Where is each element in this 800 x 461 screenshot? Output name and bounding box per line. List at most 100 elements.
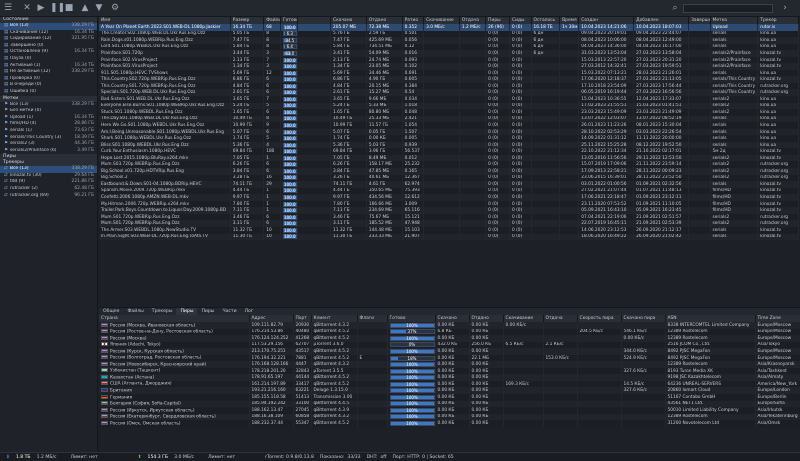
column-header[interactable]: Файлы — [263, 17, 281, 24]
peer-column-header[interactable]: Порт — [293, 315, 312, 322]
peer-column-header[interactable]: Скорость пира — [577, 315, 622, 322]
sidebar-item[interactable]: ⚑ films/HD (4) 28.86 ГБ — [0, 121, 97, 128]
tab-1[interactable]: Файлы — [123, 308, 147, 315]
peer-column-header[interactable]: Отдача — [543, 315, 578, 322]
play-icon[interactable]: ▶ — [36, 3, 46, 13]
sidebar-item[interactable]: ▤ Ошибка (0) — [0, 89, 97, 96]
tab-2[interactable]: Трекеры — [148, 308, 177, 315]
column-header[interactable]: Скачано — [330, 17, 367, 24]
sidebar-item[interactable]: ▤ В очереди (0) — [0, 82, 97, 89]
column-header[interactable]: Отдано — [366, 17, 403, 24]
sidebar-item[interactable]: ▤ Остановлено (9) 16.34 ТБ — [0, 49, 97, 56]
column-header[interactable]: Размер — [230, 17, 265, 24]
peer-column-header[interactable]: Страна — [99, 315, 250, 322]
tab-3[interactable]: Пиры — [176, 308, 198, 315]
sidebar-item-label: Ошибка (0) — [10, 88, 36, 94]
sidebar-item[interactable]: ⚑ Без метки (0) — [0, 108, 97, 115]
column-header[interactable]: Имя — [99, 17, 231, 24]
sidebar-item[interactable]: ▤ Сидирование (12) 321.95 ГБ — [0, 36, 97, 43]
chevron-right-icon[interactable]: › — [780, 3, 790, 13]
tab-0[interactable]: Общее — [99, 308, 123, 315]
torrent-cell: 26.01.2023 11:23:26 — [578, 122, 635, 129]
torrent-cell: Am.I.Being.Unreasonable.S01.1080p.WEBDL.… — [99, 128, 231, 136]
up-icon[interactable]: ▲ — [80, 3, 90, 13]
peer-column-header[interactable]: ASN — [665, 315, 756, 322]
peer-column-header[interactable]: Скачано пира — [621, 315, 666, 322]
peer-port: 43517 — [295, 348, 310, 354]
progress-text: 100.0 — [284, 83, 296, 89]
progress-bar: 100.0 — [282, 24, 297, 30]
peer-column-header[interactable]: Time Zone — [755, 315, 800, 322]
progress-text: 100.0 — [284, 221, 296, 227]
remove-icon[interactable]: ✕ — [22, 3, 32, 13]
torrent-row[interactable]: In.Plain.Sight.S03.WEB-DL.720p.Rus.Eng.T… — [99, 233, 799, 241]
sidebar-item[interactable]: ▤ Все (13) 338.29 ГБ — [0, 23, 97, 30]
peer-client: qBittorrent 4.5.2 — [313, 348, 350, 354]
settings-icon[interactable]: ⚙ — [110, 3, 120, 13]
progress-text: 100% — [406, 401, 418, 407]
column-header[interactable]: Готово — [280, 17, 298, 24]
peer-column-header[interactable]: Готово — [387, 315, 436, 322]
dl-limit[interactable]: Лимит: нет — [71, 455, 98, 460]
search-input[interactable] — [683, 4, 773, 13]
torrent-cell: 100.0 — [280, 135, 298, 142]
peer-ps: 204.5 КБ/с — [579, 329, 603, 335]
peer-column-header[interactable]: Клиент — [311, 315, 358, 322]
column-header[interactable]: Пиры — [485, 17, 511, 24]
column-header[interactable]: Метка — [710, 17, 759, 24]
sidebar-item[interactable]: ▤ Проверка (0) — [0, 76, 97, 83]
down-icon[interactable]: ▼ — [94, 3, 104, 13]
progress-text: 100% — [406, 420, 418, 426]
column-header[interactable]: Осталось — [531, 17, 561, 24]
column-header[interactable]: Сиды — [509, 17, 532, 24]
peer-dl: 0.00 КБ — [437, 381, 455, 387]
torrent-cell: 11.30 ГБ — [230, 233, 265, 241]
progress-text: 100.0 — [284, 116, 296, 122]
torrent-cell: serials — [710, 233, 759, 241]
tab-4[interactable]: Пиры — [197, 308, 218, 315]
progress-text: 100.0 — [284, 194, 296, 200]
tab-5[interactable]: Части — [218, 308, 240, 315]
sidebar-item[interactable]: ⇄ rutracker (2) 62.48 ГБ — [0, 186, 97, 193]
progress-text: 100% — [406, 322, 418, 328]
sidebar-item-count: 62.48 ГБ — [74, 186, 94, 192]
column-header[interactable]: Скачивание — [423, 17, 460, 24]
peer-cell: 100% — [387, 420, 436, 427]
peer-row[interactable]: Россия (Омск, Омская область) 188.232.37.… — [99, 420, 800, 427]
peer-column-header[interactable]: Адрес — [249, 315, 294, 322]
column-header[interactable]: Трекер — [757, 17, 799, 24]
stop-icon[interactable]: ■ — [64, 3, 74, 13]
tab-6[interactable]: Лог — [241, 308, 258, 315]
sidebar-item-label: serials2 (3) — [10, 141, 35, 147]
sidebar-item[interactable]: ⇄ Все (13) 338.29 ГБ — [0, 166, 97, 173]
sidebar-item[interactable]: ⚑ serials2 (3) 44.36 ГБ — [0, 141, 97, 148]
progress-text: 100.0 — [284, 96, 296, 102]
peer-row[interactable]: Россия (Екатеринбург, Свердловская облас… — [99, 413, 800, 421]
sidebar-item[interactable]: ▤ Пауза (0) — [0, 56, 97, 63]
progress-text: 100.0 — [284, 57, 296, 63]
sidebar-item[interactable]: ▤ Не активные (12) 338.29 ГБ — [0, 69, 97, 76]
sidebar-item[interactable]: ⇄ rutracker.org (69) 96.21 ГБ — [0, 193, 97, 200]
peer-column-header[interactable]: Отдано — [469, 315, 504, 322]
peer-row[interactable]: Россия (Новосибирск, Красноярский край) 1… — [99, 361, 800, 368]
column-header[interactable] — [297, 17, 332, 24]
menu-icon[interactable]: ☰ — [3, 3, 13, 13]
peer-row[interactable]: Россия (Ростов-на-Дону, Ростовская облас… — [99, 328, 800, 336]
column-header[interactable]: Время — [559, 17, 580, 24]
peer-column-header[interactable]: Скачивание — [503, 315, 544, 322]
torrent-cell: 233.33 МБ — [366, 233, 403, 241]
column-header[interactable]: Добавлен — [633, 17, 690, 24]
peer-column-header[interactable]: Скачано — [435, 315, 470, 322]
sidebar-item[interactable]: ⚑ Все (13) 338.29 ГБ — [0, 102, 97, 109]
sidebar-item[interactable]: ⚑ serials (1) 73.63 ГБ — [0, 128, 97, 135]
peer-addr: 188.16.38.109 — [251, 414, 283, 420]
column-header[interactable]: Завершен — [688, 17, 711, 24]
ul-limit[interactable]: Лимит: нет — [208, 455, 235, 460]
torrent-cell: 100.0 — [280, 207, 298, 214]
column-header[interactable]: Отдача — [459, 17, 487, 24]
column-header[interactable]: Ратио — [402, 17, 425, 24]
column-header[interactable]: Создан — [578, 17, 635, 24]
peer-column-header[interactable]: Флаги — [357, 315, 388, 322]
pause-icon[interactable]: ❚❚ — [50, 3, 65, 13]
sidebar-item-label: Сидирование (12) — [10, 36, 52, 42]
